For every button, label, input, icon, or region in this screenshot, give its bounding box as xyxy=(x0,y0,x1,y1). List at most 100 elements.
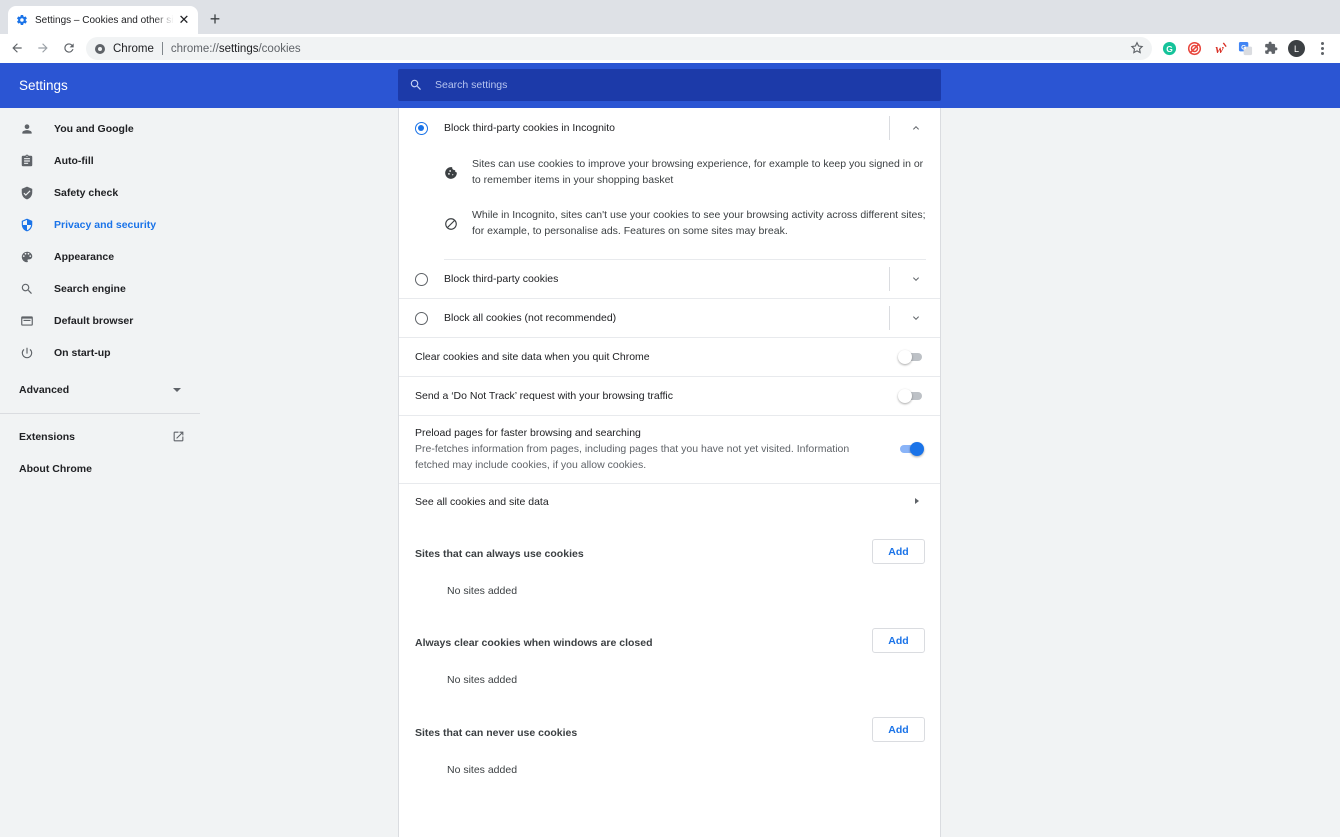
reload-icon[interactable] xyxy=(61,40,77,56)
setting-description-preload: Pre-fetches information from pages, incl… xyxy=(415,443,850,471)
browser-toolbar: Chrome chrome://settings/cookies G w G L xyxy=(0,34,1340,63)
back-arrow-icon[interactable] xyxy=(9,40,25,56)
search-icon xyxy=(20,282,34,296)
divider xyxy=(399,415,940,416)
option-block-third-party[interactable]: Block third-party cookies xyxy=(399,266,940,292)
radio-block-incognito[interactable] xyxy=(415,121,428,135)
arrow-right-icon xyxy=(915,498,919,504)
sidebar-item-privacy-security[interactable]: Privacy and security xyxy=(0,210,200,240)
caret-down-icon xyxy=(173,388,181,392)
add-clear-on-exit-button[interactable]: Add xyxy=(872,628,925,653)
gear-icon xyxy=(16,14,28,26)
chevron-down-icon[interactable] xyxy=(910,312,922,324)
setting-do-not-track[interactable]: Send a ‘Do Not Track’ request with your … xyxy=(399,383,940,409)
power-icon xyxy=(20,346,34,360)
bookmark-star-icon[interactable] xyxy=(1130,41,1144,55)
url-text: chrome://settings/cookies xyxy=(171,43,301,55)
settings-header: Settings xyxy=(0,63,1340,108)
sidebar-item-label: Safety check xyxy=(54,187,119,199)
grammarly-icon[interactable]: G xyxy=(1161,40,1177,56)
puzzle-icon[interactable] xyxy=(1263,40,1279,56)
option-block-incognito[interactable]: Block third-party cookies in Incognito xyxy=(399,115,940,141)
browser-icon xyxy=(20,314,34,328)
tab-title: Settings – Cookies and other site data xyxy=(35,14,174,26)
url-prefix: chrome:// xyxy=(170,42,219,55)
sidebar-item-label: On start-up xyxy=(54,347,111,359)
svg-text:w: w xyxy=(1215,42,1224,56)
toggle-clear-on-quit[interactable] xyxy=(898,350,924,364)
divider xyxy=(399,483,940,484)
tab-strip: Settings – Cookies and other site data ✕… xyxy=(0,0,1340,34)
divider xyxy=(444,259,926,260)
sidebar-advanced[interactable]: Advanced xyxy=(19,384,185,396)
shield-icon xyxy=(20,218,34,232)
address-bar[interactable]: Chrome chrome://settings/cookies xyxy=(86,37,1152,60)
sidebar: You and Google Auto-fill Safety check Pr… xyxy=(0,108,200,837)
list-title-clear-on-exit: Always clear cookies when windows are cl… xyxy=(415,637,653,649)
search-input[interactable] xyxy=(435,79,915,91)
sidebar-item-you-and-google[interactable]: You and Google xyxy=(0,114,200,144)
sidebar-item-label: Appearance xyxy=(54,251,115,263)
radio-block-all[interactable] xyxy=(415,311,428,325)
tab-settings-cookies[interactable]: Settings – Cookies and other site data ✕ xyxy=(8,6,198,34)
setting-clear-on-quit[interactable]: Clear cookies and site data when you qui… xyxy=(399,344,940,370)
forward-arrow-icon[interactable] xyxy=(35,40,51,56)
new-tab-button[interactable]: + xyxy=(207,9,223,29)
translate-icon[interactable]: G xyxy=(1237,40,1253,56)
sidebar-divider xyxy=(0,413,200,414)
site-label: Chrome xyxy=(113,42,154,55)
divider xyxy=(399,376,940,377)
cookies-settings-card: Block third-party cookies in Incognito S… xyxy=(398,108,941,837)
open-in-new-icon[interactable] xyxy=(172,430,185,443)
block-icon xyxy=(444,217,458,231)
sidebar-item-on-startup[interactable]: On start-up xyxy=(0,338,200,368)
sidebar-item-label: Default browser xyxy=(54,315,134,327)
w-extension-icon[interactable]: w xyxy=(1212,40,1228,56)
sidebar-advanced-label: Advanced xyxy=(19,384,70,396)
empty-state: No sites added xyxy=(447,764,518,776)
sidebar-item-autofill[interactable]: Auto-fill xyxy=(0,146,200,176)
option-label: Block third-party cookies in Incognito xyxy=(444,122,615,134)
radio-block-third-party[interactable] xyxy=(415,272,428,286)
divider xyxy=(889,116,890,140)
sidebar-item-label: Auto-fill xyxy=(54,155,94,167)
url-host: settings xyxy=(218,42,259,55)
sidebar-item-label: Privacy and security xyxy=(54,219,157,231)
divider xyxy=(889,306,890,330)
page-title: Settings xyxy=(19,78,68,93)
svg-text:G: G xyxy=(1166,43,1173,53)
search-box[interactable] xyxy=(398,69,941,101)
link-see-all-cookies[interactable]: See all cookies and site data xyxy=(399,489,940,515)
sidebar-item-search-engine[interactable]: Search engine xyxy=(0,274,200,304)
sidebar-item-label: You and Google xyxy=(54,123,134,135)
profile-avatar[interactable]: L xyxy=(1288,40,1305,57)
sidebar-item-label: Search engine xyxy=(54,283,126,295)
option-block-all[interactable]: Block all cookies (not recommended) xyxy=(399,305,940,331)
add-never-allow-button[interactable]: Add xyxy=(872,717,925,742)
url-path: /cookies xyxy=(258,42,301,55)
sidebar-item-default-browser[interactable]: Default browser xyxy=(0,306,200,336)
close-icon[interactable]: ✕ xyxy=(178,12,190,27)
sidebar-item-appearance[interactable]: Appearance xyxy=(0,242,200,272)
target-extension-icon[interactable] xyxy=(1186,40,1202,56)
incognito-detail-1: Sites can use cookies to improve your br… xyxy=(472,158,924,186)
toggle-do-not-track[interactable] xyxy=(898,389,924,403)
sidebar-item-extensions[interactable]: Extensions xyxy=(19,431,75,443)
add-always-allow-button[interactable]: Add xyxy=(872,539,925,564)
palette-icon xyxy=(20,250,34,264)
list-title-always-allow: Sites that can always use cookies xyxy=(415,548,584,560)
sidebar-item-about-chrome[interactable]: About Chrome xyxy=(19,463,92,475)
chevron-down-icon[interactable] xyxy=(910,273,922,285)
menu-kebab-icon[interactable] xyxy=(1317,40,1327,56)
chevron-up-icon[interactable] xyxy=(910,122,922,134)
toggle-preload[interactable] xyxy=(898,442,924,456)
divider xyxy=(399,298,940,299)
setting-label: Send a ‘Do Not Track’ request with your … xyxy=(415,390,673,402)
empty-state: No sites added xyxy=(447,674,518,686)
sidebar-item-safety-check[interactable]: Safety check xyxy=(0,178,200,208)
option-label: Block all cookies (not recommended) xyxy=(444,312,617,324)
chrome-site-icon xyxy=(95,43,105,54)
search-icon xyxy=(409,78,423,92)
setting-label-preload: Preload pages for faster browsing and se… xyxy=(415,427,641,439)
empty-state: No sites added xyxy=(447,585,518,597)
